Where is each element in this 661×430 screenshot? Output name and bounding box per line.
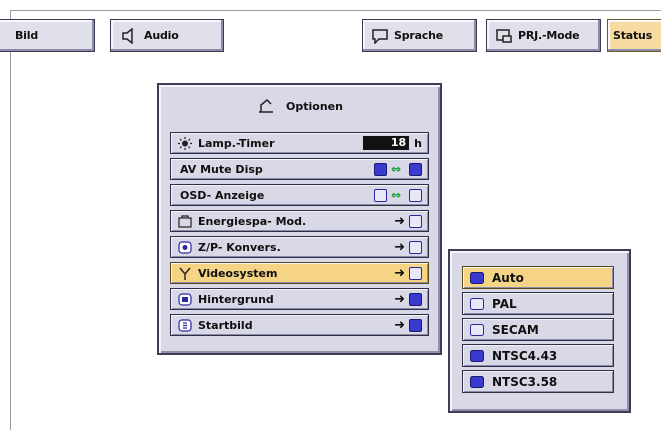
row-osd-anzeige[interactable]: OSD- Anzeige ⇔	[170, 184, 429, 206]
ntsc358-icon	[470, 375, 484, 388]
row-label: Z/P- Konvers.	[198, 240, 281, 254]
row-label: OSD- Anzeige	[180, 188, 265, 202]
row-zp-konvers[interactable]: Z/P- Konvers. ➜	[170, 236, 429, 258]
zp-convert-icon	[178, 240, 192, 254]
option-label: SECAM	[492, 322, 539, 337]
tab-status-label: Status	[613, 29, 653, 42]
arrow-right-icon: ➜	[394, 292, 405, 307]
osd-on-icon	[373, 188, 387, 202]
zp-submenu-icon	[409, 241, 422, 254]
lamp-timer-value: 18	[363, 136, 410, 150]
projector-mode-icon	[496, 28, 512, 43]
arrow-right-icon: ➜	[394, 266, 405, 281]
option-pal[interactable]: PAL	[462, 292, 614, 315]
speech-bubble-icon	[372, 28, 388, 44]
pal-icon	[470, 297, 484, 310]
option-auto[interactable]: Auto	[462, 266, 614, 289]
osd-toggle[interactable]: ⇔	[373, 188, 422, 202]
lamp-timer-unit: h	[414, 136, 422, 150]
ntsc443-icon	[470, 349, 484, 362]
tab-bild[interactable]: Bild	[0, 19, 95, 52]
option-label: NTSC4.43	[492, 348, 558, 363]
tab-prj-mode-label: PRJ.-Mode	[518, 29, 580, 42]
submenu-indicator: ➜	[394, 240, 422, 255]
background-icon	[178, 292, 192, 306]
tab-status[interactable]: Status	[607, 19, 661, 52]
submenu-indicator: ➜	[394, 214, 422, 229]
toggle-arrows-icon: ⇔	[390, 188, 401, 202]
row-label: Videosystem	[198, 266, 278, 280]
startscreen-icon	[178, 318, 192, 332]
videosystem-submenu: Auto PAL SECAM NTSC4.43 NTSC3.58	[448, 249, 631, 413]
tab-prj-mode[interactable]: PRJ.-Mode	[486, 19, 601, 52]
option-ntsc443[interactable]: NTSC4.43	[462, 344, 614, 367]
row-label: Startbild	[198, 318, 253, 332]
auto-icon	[470, 271, 484, 284]
row-hintergrund[interactable]: Hintergrund ➜	[170, 288, 429, 310]
option-secam[interactable]: SECAM	[462, 318, 614, 341]
energy-icon	[178, 214, 192, 228]
submenu-indicator: ➜	[394, 266, 422, 281]
row-energiespar-mod[interactable]: Energiespa- Mod. ➜	[170, 210, 429, 232]
option-ntsc358[interactable]: NTSC3.58	[462, 370, 614, 393]
tab-audio[interactable]: Audio	[110, 19, 224, 52]
submenu-indicator: ➜	[394, 318, 422, 333]
arrow-right-icon: ➜	[394, 214, 405, 229]
row-startbild[interactable]: Startbild ➜	[170, 314, 429, 336]
av-mute-toggle[interactable]: ⇔	[373, 162, 422, 176]
energy-submenu-icon	[409, 215, 422, 228]
tab-audio-label: Audio	[144, 29, 179, 42]
submenu-indicator: ➜	[394, 292, 422, 307]
row-label: AV Mute Disp	[180, 162, 263, 176]
speaker-icon	[122, 27, 133, 44]
row-av-mute-disp[interactable]: AV Mute Disp ⇔	[170, 158, 429, 180]
secam-icon	[470, 323, 484, 336]
lamp-timer-value-group: 18 h	[363, 136, 422, 150]
off-indicator-icon	[409, 162, 422, 176]
on-indicator-icon	[373, 162, 387, 176]
options-icon	[259, 98, 274, 113]
osd-off-icon	[409, 188, 422, 202]
optionen-title-text: Optionen	[286, 99, 343, 113]
row-videosystem[interactable]: Videosystem ➜	[170, 262, 429, 284]
option-label: PAL	[492, 296, 517, 311]
antenna-icon	[179, 267, 191, 280]
tab-sprache[interactable]: Sprache	[362, 19, 477, 52]
background-submenu-icon	[409, 293, 422, 306]
videosystem-submenu-icon	[409, 267, 422, 280]
lamp-icon	[178, 136, 192, 150]
row-label: Hintergrund	[198, 292, 274, 306]
tab-bild-label: Bild	[15, 29, 38, 42]
toggle-arrows-icon: ⇔	[390, 162, 401, 176]
row-lamp-timer[interactable]: Lamp.-Timer 18 h	[170, 132, 429, 154]
arrow-right-icon: ➜	[394, 318, 405, 333]
tab-sprache-label: Sprache	[394, 29, 444, 42]
optionen-panel: Optionen Lamp.-Timer 18 h AV Mute Disp ⇔…	[157, 83, 442, 355]
option-label: Auto	[492, 270, 524, 285]
arrow-right-icon: ➜	[394, 240, 405, 255]
row-label: Lamp.-Timer	[198, 136, 275, 150]
startbild-submenu-icon	[409, 319, 422, 332]
row-label: Energiespa- Mod.	[198, 214, 307, 228]
optionen-title: Optionen	[159, 95, 440, 117]
option-label: NTSC3.58	[492, 374, 558, 389]
